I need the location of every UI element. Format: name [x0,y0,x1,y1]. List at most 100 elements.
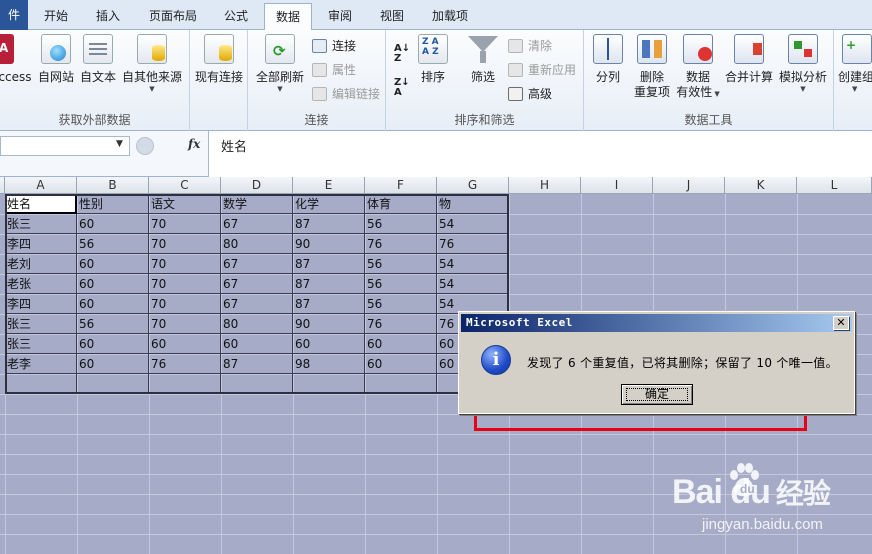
data-validation-icon [683,34,713,64]
group-label: 排序和筛选 [454,113,515,127]
sort-ascending-button[interactable]: A↓ Z [394,44,412,64]
dialog-title: Microsoft Excel [466,316,573,329]
clear-filter-button[interactable]: 清除 [508,36,552,56]
consolidate-icon [734,34,764,64]
formula-bar: ▼ fx 姓名 [0,131,872,177]
group-label: 获取外部数据 [58,113,131,127]
sort-descending-button[interactable]: Z↓ A [394,78,412,98]
column-header[interactable]: E [293,177,365,194]
from-other-sources-button[interactable]: 自其他来源 ▼ [120,34,184,94]
dialog-title-bar[interactable]: Microsoft Excel ✕ [461,314,852,332]
column-header[interactable]: F [365,177,437,194]
group-outline: + 创建组 ▼ [834,30,872,131]
tab-home[interactable]: 开始 [36,3,76,30]
tab-formulas[interactable]: 公式 [214,3,258,30]
focus-ring [626,388,688,401]
group-label: 连接 [304,113,329,127]
chevron-down-icon: ▼ [149,85,155,93]
tab-insert[interactable]: 插入 [86,3,130,30]
column-header[interactable]: I [581,177,653,194]
column-header[interactable]: B [77,177,149,194]
filter-funnel-icon [468,34,498,64]
existing-connections-icon [204,34,234,64]
advanced-filter-button[interactable]: 高级 [508,84,552,104]
properties-button[interactable]: 属性 [312,60,356,80]
grid-line [0,514,872,515]
refresh-icon: ⟳ [265,34,295,64]
sort-az-icon: A↓ Z [394,43,411,64]
sort-dialog-icon: Z AA Z [418,34,448,64]
group-label: 数据工具 [684,113,733,127]
dialog-message: 发现了 6 个重复值，已将其删除；保留了 10 个唯一值。 [527,356,838,370]
access-icon: A [0,34,14,64]
text-file-icon [83,34,113,64]
edit-links-button[interactable]: 编辑链接 [312,84,380,104]
existing-connections-button[interactable]: 现有连接 [192,34,246,85]
ribbon-tab-bar: 件 开始 插入 页面布局 公式 数据 审阅 视图 加载项 [0,0,872,31]
table-border [5,194,509,394]
connections-button[interactable]: 连接 [312,36,356,56]
group-outline-icon: + [842,34,872,64]
ribbon: A ccess 自网站 自文本 自其他来源 ▼ 获取外部数据 现有连接 ⟳ 全部… [0,30,872,131]
sort-za-icon: Z↓ A [394,77,410,98]
tab-addins[interactable]: 加载项 [422,3,478,30]
paw-icon: du [730,463,759,497]
column-header[interactable]: K [725,177,797,194]
chain-link-icon [312,87,327,101]
chevron-down-icon[interactable]: ▼ [116,139,123,149]
consolidate-button[interactable]: 合并计算 [722,34,776,85]
reapply-icon [508,63,523,77]
remove-duplicates-icon [637,34,667,64]
watermark-url: jingyan.baidu.com [702,516,823,533]
chevron-down-icon: ▼ [277,85,283,93]
from-text-button[interactable]: 自文本 [78,34,118,85]
name-box[interactable] [0,136,130,156]
connections-icon [312,39,327,53]
group-get-external-data: A ccess 自网站 自文本 自其他来源 ▼ 获取外部数据 [0,30,190,131]
close-icon[interactable]: ✕ [833,316,849,330]
tab-view[interactable]: 视图 [370,3,414,30]
other-sources-icon [137,34,167,64]
what-if-analysis-icon [788,34,818,64]
message-dialog: Microsoft Excel ✕ i 发现了 6 个重复值，已将其删除；保留了… [458,311,855,414]
info-icon: i [481,345,511,375]
svg-text:du: du [740,482,755,496]
column-header[interactable]: D [221,177,293,194]
data-validation-button[interactable]: 数据 有效性 ▼ [676,34,720,100]
from-access-button[interactable]: A ccess [0,34,34,85]
tab-file[interactable]: 件 [0,0,28,30]
tab-review[interactable]: 审阅 [318,3,362,30]
column-header[interactable]: L [797,177,872,194]
group-existing: 现有连接 [190,30,248,131]
group-connections: ⟳ 全部刷新 ▼ 连接 属性 编辑链接 连接 [248,30,386,131]
formula-bar-separator [136,137,154,155]
reapply-button[interactable]: 重新应用 [508,60,576,80]
group-sort-filter: A↓ Z Z↓ A Z AA Z 排序 筛选 清除 重新应用 高级 排序和筛选 [386,30,584,131]
grid-line [0,434,872,435]
ok-button[interactable]: 确定 [621,384,693,405]
column-header[interactable]: J [653,177,725,194]
tab-page-layout[interactable]: 页面布局 [140,3,206,30]
clear-filter-icon [508,39,523,53]
create-group-button[interactable]: + 创建组 ▼ [838,34,872,94]
tab-data[interactable]: 数据 [264,3,312,31]
text-to-columns-button[interactable]: 分列 [588,34,628,85]
column-header[interactable]: G [437,177,509,194]
what-if-analysis-button[interactable]: 模拟分析 ▼ [776,34,830,94]
insert-function-icon[interactable]: fx [188,137,200,151]
formula-input[interactable]: 姓名 [208,131,872,177]
remove-duplicates-button[interactable]: 删除 重复项 [630,34,674,100]
filter-button[interactable]: 筛选 [466,34,500,85]
advanced-filter-icon [508,87,523,101]
chevron-down-icon: ▼ [800,85,806,93]
from-web-button[interactable]: 自网站 [36,34,76,85]
grid-line [0,534,872,535]
column-header[interactable]: H [509,177,581,194]
column-header[interactable]: A [5,177,77,194]
text-to-columns-icon [593,34,623,64]
refresh-all-button[interactable]: ⟳ 全部刷新 ▼ [254,34,306,94]
column-header[interactable]: C [149,177,221,194]
sort-button[interactable]: Z AA Z 排序 [416,34,450,85]
properties-icon [312,63,327,77]
chevron-down-icon: ▼ [852,85,858,93]
